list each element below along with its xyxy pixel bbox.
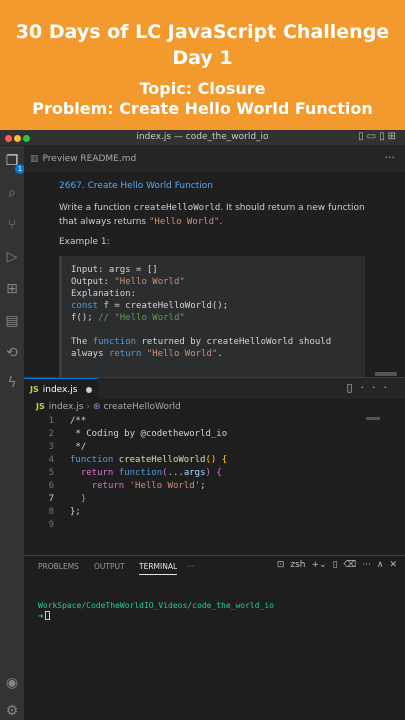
lightning-icon[interactable]: ϟ xyxy=(3,374,21,392)
code-line: 9 xyxy=(48,520,54,530)
breadcrumb: JS index.js › ⊛ createHelloWorld xyxy=(24,399,405,415)
problem-description: Write a function createHelloWorld. It sh… xyxy=(59,201,379,229)
editor-tab-bar: JS index.js ▯··· xyxy=(24,377,405,400)
code-line: 1/** xyxy=(48,416,87,426)
explorer-icon[interactable]: ❐ 1 xyxy=(3,152,25,174)
example-line: Output: "Hello World" xyxy=(71,277,185,287)
banner-topic: Topic: Closure xyxy=(139,79,266,98)
example-label: Example 1: xyxy=(59,237,110,247)
example-line: always return "Hello World". xyxy=(71,349,223,359)
banner-problem: Problem: Create Hello World Function xyxy=(32,99,373,118)
tab-preview-label: Preview README.md xyxy=(42,154,137,164)
docker-icon[interactable]: ▤ xyxy=(3,312,21,330)
chevron-right-icon: › xyxy=(86,402,91,412)
banner-day: Day 1 xyxy=(172,47,233,69)
problem-title-link[interactable]: 2667. Create Hello World Function xyxy=(59,181,213,191)
activity-bar: ❐ 1 ⌕ ⑂ ▷ ⊞ ▤ ⟲ ϟ ◉ ⚙ xyxy=(0,146,25,720)
example-line: Input: args = [] xyxy=(71,265,158,275)
terminal-shell[interactable]: zsh xyxy=(290,560,305,570)
more-icon[interactable]: ··· xyxy=(362,560,371,570)
example-code-block: Input: args = [] Output: "Hello World" E… xyxy=(59,256,365,377)
settings-icon[interactable]: ⚙ xyxy=(3,702,21,720)
layout-toggle-icons[interactable]: ▯▭▯⊞ xyxy=(358,131,399,142)
desc-code: createHelloWorld xyxy=(133,203,221,213)
function-symbol-icon: ⊛ xyxy=(93,402,101,412)
tab-problems[interactable]: PROBLEMS xyxy=(38,562,79,571)
desc-text: Write a function xyxy=(59,203,134,213)
terminal-path: WorkSpace/CodeTheWorldIO_Videos/code_the… xyxy=(38,601,275,610)
terminal-cursor xyxy=(45,611,51,620)
js-file-icon: JS xyxy=(30,385,39,394)
preview-scrollbar[interactable] xyxy=(375,372,397,376)
tab-terminal[interactable]: TERMINAL xyxy=(139,562,178,575)
more-actions-icon[interactable]: ··· xyxy=(385,151,396,164)
code-line: 4 function createHelloWorld() { xyxy=(48,455,228,465)
tab-output[interactable]: OUTPUT xyxy=(94,562,125,571)
bottom-panel: PROBLEMS OUTPUT TERMINAL ··· ⊡ zsh +⌄ ▯ ⌫ ···… xyxy=(24,555,405,720)
banner-title: 30 Days of LC JavaScript Challenge xyxy=(15,21,390,43)
example-line: Explanation: xyxy=(71,289,137,299)
preview-icon: ▥ xyxy=(30,154,39,164)
run-debug-icon[interactable]: ▷ xyxy=(3,248,21,266)
example-line: The function returned by createHelloWorl… xyxy=(71,337,332,347)
js-file-icon: JS xyxy=(36,402,45,411)
window-titlebar: index.js — code_the_world_io ▯▭▯⊞ xyxy=(0,130,405,146)
panel-more-icon[interactable]: ··· xyxy=(187,562,194,571)
remote-icon[interactable]: ⟲ xyxy=(3,344,21,362)
preview-tab-bar: ▥ Preview README.md ··· xyxy=(24,146,405,172)
account-icon[interactable]: ◉ xyxy=(3,674,21,692)
code-line: 3 */ xyxy=(48,442,87,452)
unsaved-dot-icon[interactable] xyxy=(86,387,92,393)
example-line: f(); // "Hello World" xyxy=(71,313,185,323)
code-editor[interactable]: 1/** 2 * Coding by @codetheworld_io 3 */… xyxy=(24,415,405,555)
breadcrumb-symbol[interactable]: createHelloWorld xyxy=(104,402,181,412)
editor-actions[interactable]: ▯··· xyxy=(346,381,395,394)
close-panel-icon[interactable]: ✕ xyxy=(389,560,397,570)
split-terminal-icon[interactable]: ▯ xyxy=(333,560,338,570)
prompt-arrow-icon: ➜ xyxy=(38,612,44,622)
example-line: const f = createHelloWorld(); xyxy=(71,301,229,311)
code-line: 5 return function(...args) { xyxy=(48,468,222,478)
tab-index-js-label: index.js xyxy=(42,385,78,395)
terminal-actions: ⊡ zsh +⌄ ▯ ⌫ ··· ∧ ✕ xyxy=(271,560,397,570)
code-line: 6 return 'Hello World'; xyxy=(48,481,206,491)
desc-string: "Hello World" xyxy=(148,217,220,227)
code-line: 8}; xyxy=(48,507,81,517)
code-line: 2 * Coding by @codetheworld_io xyxy=(48,429,228,439)
code-line-current: 7 } xyxy=(48,494,87,504)
trash-icon[interactable]: ⌫ xyxy=(344,560,357,570)
desc-text: . xyxy=(219,217,223,227)
search-icon[interactable]: ⌕ xyxy=(3,184,21,202)
video-banner: 30 Days of LC JavaScript Challenge Day 1… xyxy=(0,0,405,130)
tab-index-js[interactable]: JS index.js xyxy=(24,378,98,400)
terminal-icon: ⊡ xyxy=(276,560,285,570)
source-control-icon[interactable]: ⑂ xyxy=(3,216,21,234)
tab-preview-readme[interactable]: ▥ Preview README.md xyxy=(24,146,144,172)
chevron-up-icon[interactable]: ∧ xyxy=(377,560,384,570)
breadcrumb-file[interactable]: index.js xyxy=(49,402,84,412)
window-title: index.js — code_the_world_io xyxy=(136,132,269,142)
markdown-preview: 2667. Create Hello World Function Write … xyxy=(24,172,405,377)
extensions-icon[interactable]: ⊞ xyxy=(3,280,21,298)
terminal-prompt[interactable]: ➜ xyxy=(38,611,51,622)
new-terminal-icon[interactable]: +⌄ xyxy=(311,560,326,570)
